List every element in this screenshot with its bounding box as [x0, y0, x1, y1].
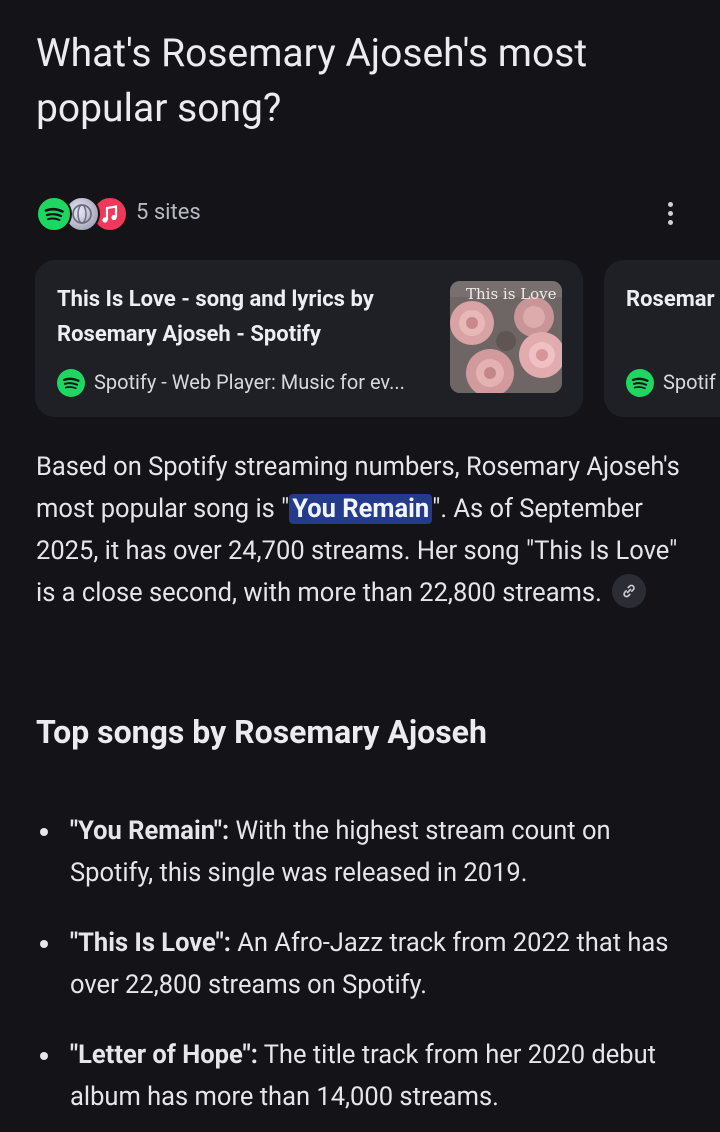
bullet: [40, 828, 48, 836]
song-name: "Letter of Hope":: [70, 1040, 258, 1070]
bullet: [40, 1052, 48, 1060]
highlighted-song[interactable]: You Remain: [289, 494, 433, 524]
source-card-title[interactable]: Rosemar: [626, 282, 720, 317]
source-card-site: Spotif: [626, 368, 720, 398]
source-card-title[interactable]: This Is Love - song and lyrics by Rosema…: [57, 282, 432, 352]
sources-row[interactable]: 5 sites: [36, 194, 684, 236]
more-options-icon[interactable]: [656, 198, 684, 230]
song-name: "You Remain":: [70, 816, 230, 846]
list-item: "You Remain": With the highest stream co…: [36, 810, 684, 894]
citation-link-button[interactable]: [612, 574, 647, 609]
source-card[interactable]: Rosemar Spotif: [604, 260, 720, 417]
song-name: "This Is Love":: [70, 928, 231, 958]
spotify-icon: [36, 196, 72, 232]
page-title: What's Rosemary Ajoseh's most popular so…: [36, 30, 588, 131]
section-heading: Top songs by Rosemary Ajoseh: [36, 713, 487, 751]
song-list: "You Remain": With the highest stream co…: [36, 810, 684, 1118]
bullet: [40, 940, 48, 948]
answer-paragraph: Based on Spotify streaming numbers, Rose…: [36, 446, 684, 614]
source-card-site: Spotify - Web Player: Music for ev...: [57, 368, 457, 398]
source-card[interactable]: This Is Love - song and lyrics by Rosema…: [35, 260, 583, 417]
source-card-site-name: Spotify - Web Player: Music for ev...: [94, 370, 405, 394]
list-item: "Letter of Hope": The title track from h…: [36, 1034, 684, 1118]
sites-count[interactable]: 5 sites: [136, 200, 201, 225]
spotify-icon: [626, 369, 654, 397]
source-favicons[interactable]: [36, 196, 128, 232]
list-item: "This Is Love": An Afro-Jazz track from …: [36, 922, 684, 1006]
thumbnail-caption: This is Love: [466, 285, 557, 303]
roses-thumbnail[interactable]: This is Love: [450, 281, 562, 393]
link-icon: [623, 584, 635, 598]
spotify-icon: [57, 369, 85, 397]
source-card-site-name: Spotif: [663, 370, 716, 394]
